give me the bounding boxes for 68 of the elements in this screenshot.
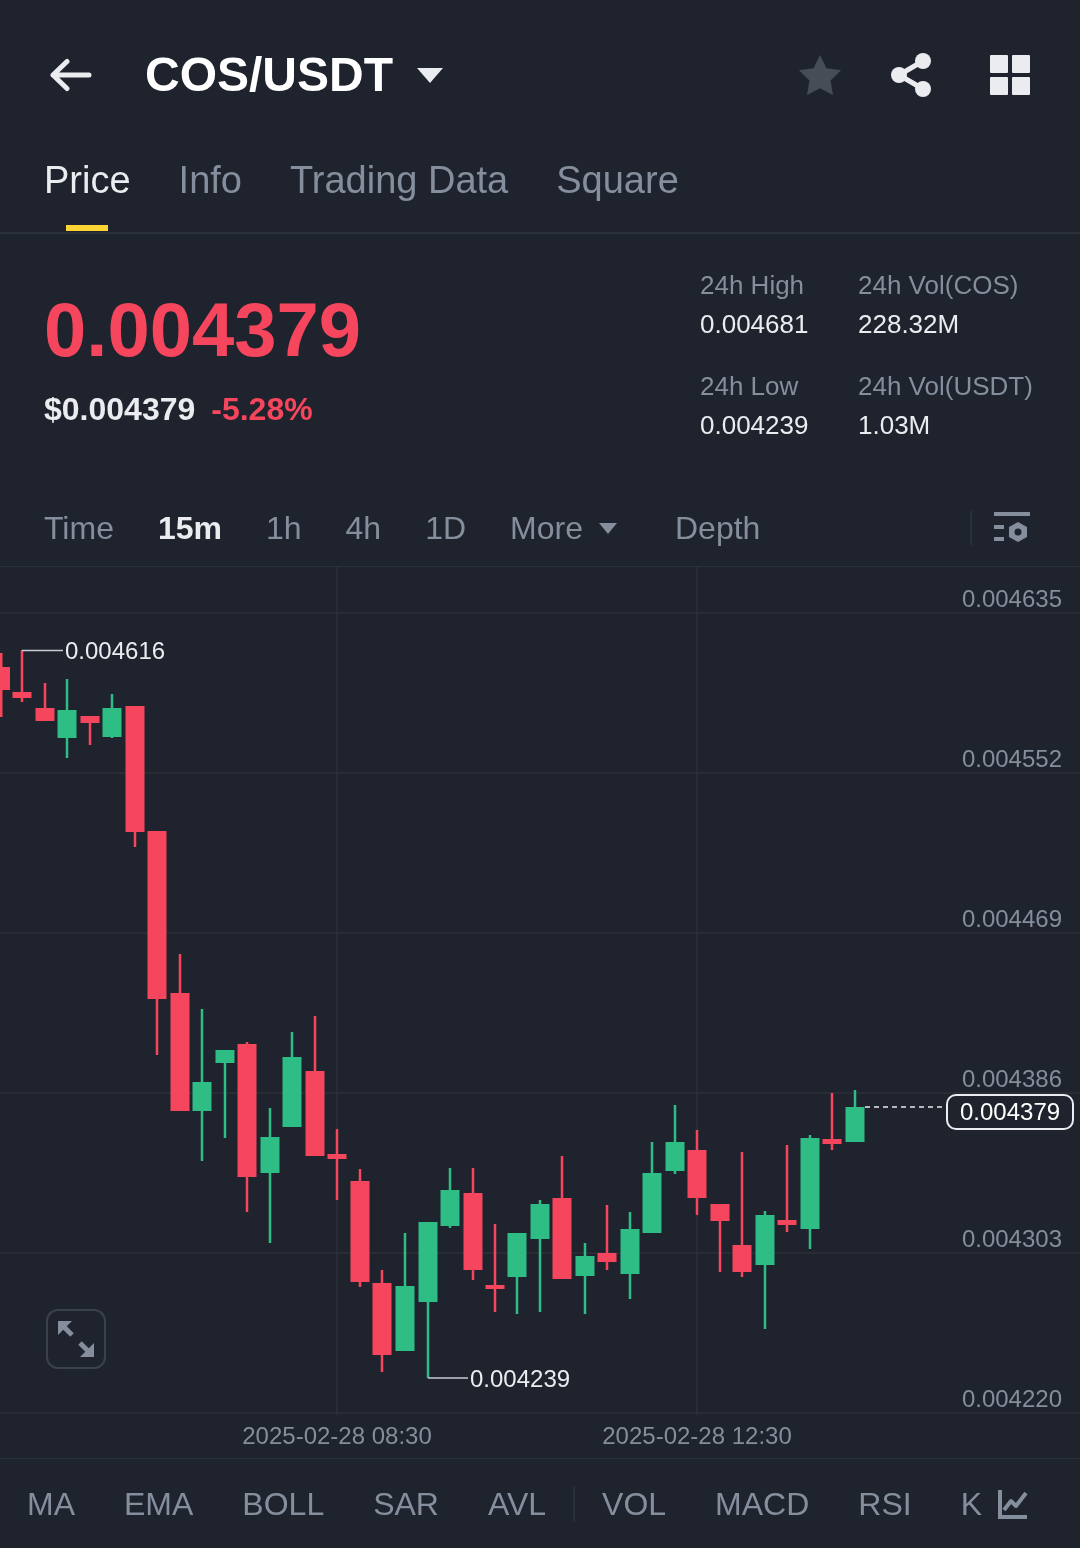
pair-selector[interactable]: COS/USDT: [145, 47, 443, 103]
leader-line: [427, 1377, 469, 1379]
candlestick: [597, 1205, 617, 1270]
stat-label: 24h Vol(USDT): [858, 370, 1033, 403]
price-axis-label: 0.004552: [961, 745, 1062, 773]
indicator-option[interactable]: VOL: [602, 1483, 667, 1524]
current-price-label: 0.004379: [946, 1094, 1075, 1130]
leader-line: [21, 649, 64, 652]
candlestick: [665, 1105, 685, 1174]
tab[interactable]: Square: [556, 150, 679, 232]
stat-label: 24h High: [700, 269, 805, 302]
tab[interactable]: Info: [178, 150, 242, 232]
expand-button[interactable]: [46, 1309, 106, 1369]
price-axis-label: 0.004635: [961, 585, 1062, 613]
candlestick: [327, 1129, 347, 1200]
candlestick: [710, 1204, 730, 1272]
star-icon[interactable]: [798, 54, 842, 96]
indicator-option[interactable]: MACD: [715, 1483, 810, 1524]
settings-icon[interactable]: [994, 512, 1030, 544]
back-arrow-icon[interactable]: [48, 58, 92, 92]
price-axis-label: 0.004469: [961, 905, 1062, 933]
stat-value: 0.004239: [700, 409, 809, 442]
high-price-label: 0.004616: [65, 637, 166, 665]
candlestick: [0, 653, 10, 717]
last-price: 0.004379: [44, 290, 361, 370]
price-axis-label: 0.004220: [961, 1385, 1062, 1413]
interval-option[interactable]: 1h: [265, 508, 302, 548]
price-axis-label: 0.004303: [961, 1225, 1062, 1253]
stat-value: 0.004681: [700, 308, 809, 341]
indicator-option[interactable]: SAR: [373, 1483, 439, 1524]
caret-icon: [417, 67, 443, 83]
share-icon[interactable]: [890, 53, 932, 97]
stat-label: 24h Vol(COS): [858, 269, 1019, 302]
interval-option[interactable]: 15m: [157, 508, 222, 548]
indicator-option[interactable]: BOLL: [242, 1483, 325, 1524]
expand-icon: [58, 1321, 94, 1357]
price-axis-label: 0.004386: [961, 1065, 1062, 1093]
candlestick: [845, 1090, 865, 1142]
usd-price: $0.004379: [44, 390, 196, 428]
interval-option[interactable]: 4h: [345, 508, 382, 548]
tab[interactable]: Price: [44, 150, 131, 232]
candlestick: [12, 650, 32, 702]
interval-option[interactable]: Time: [44, 508, 114, 548]
candlestick: [822, 1093, 842, 1150]
stat-value: 1.03M: [858, 409, 931, 442]
chart-icon[interactable]: [997, 1487, 1029, 1520]
stat-value: 228.32M: [858, 308, 960, 341]
candlestick: [575, 1243, 595, 1314]
indicator-option[interactable]: RSI: [858, 1483, 912, 1524]
time-axis-label: 2025-02-28 08:30: [242, 1422, 432, 1450]
interval-dropdown[interactable]: More: [510, 508, 617, 548]
candlestick: [440, 1168, 460, 1228]
indicator-option[interactable]: MA: [27, 1483, 75, 1524]
interval-option[interactable]: Depth: [674, 508, 761, 548]
candlestick: [80, 716, 100, 745]
grid-icon[interactable]: [990, 55, 1030, 95]
indicator-option[interactable]: EMA: [124, 1483, 194, 1524]
stat-label: 24h Low: [700, 370, 799, 403]
interval-option[interactable]: 1D: [425, 508, 467, 548]
tab[interactable]: Trading Data: [289, 150, 509, 232]
price-change: -5.28%: [211, 390, 313, 428]
low-price-label: 0.004239: [470, 1365, 571, 1393]
indicator-option[interactable]: K: [960, 1483, 982, 1524]
candlestick: [35, 683, 55, 721]
indicator-option[interactable]: AVL: [487, 1483, 547, 1524]
candlestick: [102, 694, 122, 738]
caret-icon: [598, 522, 617, 534]
time-axis-label: 2025-02-28 12:30: [602, 1422, 792, 1450]
